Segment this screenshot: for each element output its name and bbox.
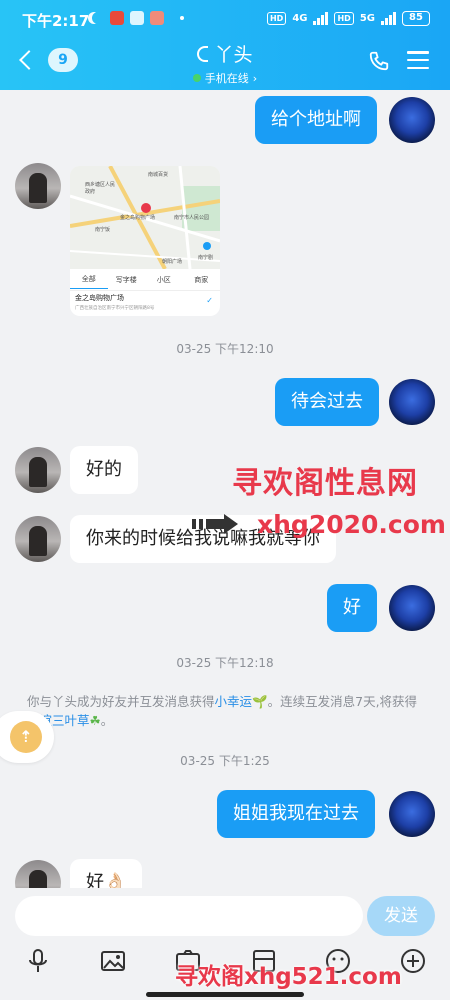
status-left-icons	[88, 11, 184, 25]
hd-icon: HD	[266, 12, 287, 25]
map-tab-office: 写字楼	[115, 275, 137, 284]
watermark-arrow-icon	[192, 514, 238, 534]
message-bubble-out[interactable]: 姐姐我现在过去	[217, 790, 375, 838]
notice-text: 。连续互发消息7天,将获得	[267, 694, 418, 709]
self-avatar[interactable]	[389, 585, 435, 631]
location-card[interactable]: 南城百货 西乡塘区人民政府 金之岛购物广场 南宁饭 南宁市人民公园 朝阳广场 南…	[70, 166, 220, 316]
map-label: 南城百货	[148, 172, 169, 178]
network-4g-label: 4G	[292, 13, 308, 24]
check-icon: ✓	[206, 296, 213, 305]
more-notifications-dot	[180, 16, 184, 20]
map-label: 西乡塘区人民政府	[85, 182, 116, 195]
signal-icon-2	[381, 12, 396, 25]
video-app-icon	[130, 11, 144, 25]
chat-header: 下午2:17 HD 4G HD 5G 85 9 丫头 手机在线 ›	[0, 0, 450, 90]
contact-avatar[interactable]	[15, 516, 61, 562]
microphone-icon[interactable]	[24, 947, 52, 975]
sprout-icon: 🌱	[252, 694, 268, 709]
watermark-text: 寻欢阁性息网	[232, 466, 418, 501]
notice-text: 你与丫头成为好友并互发消息获得	[27, 694, 215, 709]
moon-icon	[92, 12, 104, 24]
hd-icon-2: HD	[334, 12, 354, 25]
timestamp: 03-25 下午1:25	[180, 754, 270, 768]
online-dot-icon	[192, 74, 201, 82]
map-label: 金之岛购物广场	[120, 215, 156, 221]
network-5g-label: 5G	[359, 13, 375, 24]
photo-icon[interactable]	[99, 947, 127, 975]
app-notification-icon	[110, 11, 124, 25]
map-tab-all: 全部	[70, 270, 108, 289]
signal-icon	[313, 12, 329, 25]
ear-icon	[197, 45, 209, 62]
battery-icon: 85	[402, 11, 430, 26]
watermark-bottom-text: 寻欢阁xhg521.com	[175, 964, 402, 990]
home-indicator	[146, 992, 304, 997]
timestamp: 03-25 下午12:10	[176, 342, 274, 356]
message-bubble-out[interactable]: 给个地址啊	[255, 96, 377, 144]
chevron-right-icon: ›	[252, 71, 258, 85]
lucky-link[interactable]: 小幸运	[215, 694, 253, 709]
self-avatar[interactable]	[389, 791, 435, 837]
contact-name: 丫头	[214, 44, 253, 66]
menu-icon[interactable]	[407, 51, 429, 69]
self-avatar[interactable]	[389, 379, 435, 425]
location-place-name: 金之岛购物广场	[75, 294, 124, 302]
map-label: 南宁市人民公园	[174, 215, 210, 221]
phone-call-icon[interactable]	[368, 50, 390, 72]
map-label: 南宁剧	[198, 255, 214, 261]
map-tabs: 全部 写字楼 小区 商家	[70, 269, 220, 291]
clover-icon: ☘	[89, 713, 101, 728]
message-bubble-out[interactable]: 待会过去	[275, 378, 379, 426]
timestamp: 03-25 下午12:18	[176, 656, 274, 670]
contact-avatar[interactable]	[15, 163, 61, 209]
location-address: 广西壮族自治区南宁市兴宁区朝阳路8号	[75, 306, 155, 311]
plus-icon[interactable]	[399, 947, 427, 975]
map-tab-residential: 小区	[156, 275, 171, 284]
status-bar: 下午2:17 HD 4G HD 5G 85	[0, 0, 450, 36]
map-label: 朝阳广场	[162, 259, 183, 265]
map-label: 南宁饭	[95, 227, 111, 233]
notice-text: 。	[100, 713, 114, 728]
watermark-url: xhg2020.com	[257, 510, 446, 539]
message-bubble-out[interactable]: 好	[327, 584, 377, 632]
message-input[interactable]	[15, 896, 363, 936]
status-time: 下午2:17	[22, 12, 90, 30]
send-button[interactable]: 发送	[367, 896, 435, 936]
system-notice: 你与丫头成为好友并互发消息获得小幸运🌱。连续互发消息7天,将获得友谊三叶草☘。	[27, 692, 427, 730]
message-bubble-in[interactable]: 好的	[70, 446, 138, 494]
status-right-icons: HD 4G HD 5G 85	[266, 11, 430, 26]
online-status-text: 手机在线	[204, 72, 249, 85]
pig-app-icon	[150, 11, 164, 25]
assistant-icon: ⇡	[10, 721, 42, 753]
self-avatar[interactable]	[389, 97, 435, 143]
map-tab-shops: 商家	[194, 275, 209, 284]
online-status: 手机在线 ›	[192, 70, 258, 86]
contact-avatar[interactable]	[15, 447, 61, 493]
